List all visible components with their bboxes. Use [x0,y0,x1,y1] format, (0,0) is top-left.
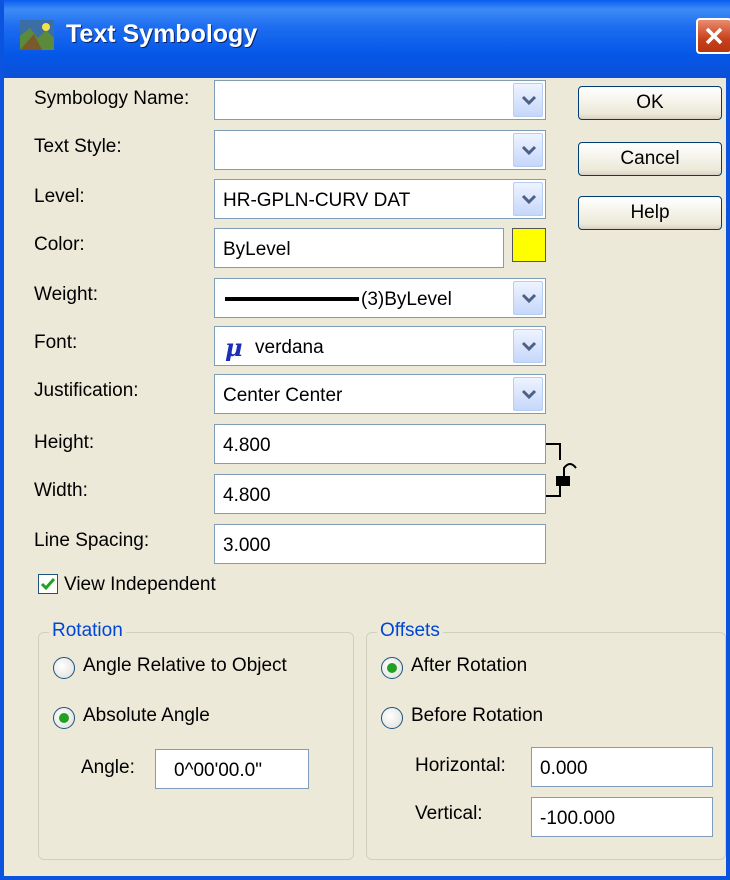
angle-relative-label: Angle Relative to Object [83,655,287,676]
ok-button[interactable]: OK [578,86,722,120]
justification-dropdown[interactable]: Center Center [214,374,546,414]
close-icon [705,27,723,45]
after-rotation-label: After Rotation [411,655,528,676]
chevron-down-icon [521,95,537,106]
level-label: Level: [34,186,85,207]
height-label: Height: [34,432,95,453]
color-swatch[interactable] [512,228,546,262]
symbology-name-label: Symbology Name: [34,88,190,109]
view-independent-label: View Independent [64,574,216,595]
help-button[interactable]: Help [578,196,722,230]
justification-label: Justification: [34,380,139,401]
close-button[interactable] [696,18,730,54]
offsets-group-title: Offsets [377,620,443,642]
width-input[interactable]: 4.800 [214,474,546,514]
justification-dropdown-button[interactable] [513,377,543,411]
chevron-down-icon [521,293,537,304]
weight-dropdown-button[interactable] [513,281,543,315]
symbology-name-dropdown[interactable] [214,80,546,120]
before-rotation-radio[interactable] [381,707,403,729]
width-value: 4.800 [223,485,271,506]
chevron-down-icon [521,145,537,156]
before-rotation-label: Before Rotation [411,705,544,726]
font-dropdown-button[interactable] [513,329,543,363]
font-type-icon: μ [225,333,243,362]
text-style-dropdown-button[interactable] [513,133,543,167]
symbology-name-dropdown-button[interactable] [513,83,543,117]
height-value: 4.800 [223,435,271,456]
horizontal-label: Horizontal: [415,755,506,776]
angle-label: Angle: [81,757,135,778]
weight-value: (3)ByLevel [361,289,452,310]
font-label: Font: [34,332,78,353]
line-spacing-label: Line Spacing: [34,530,150,551]
angle-input[interactable]: 0^00'00.0" [155,749,309,789]
level-value: HR-GPLN-CURV DAT [223,190,411,211]
horizontal-value: 0.000 [540,758,588,779]
color-label: Color: [34,234,85,255]
chevron-down-icon [521,341,537,352]
chevron-down-icon [521,194,537,205]
width-label: Width: [34,480,88,501]
vertical-input[interactable]: -100.000 [531,797,713,837]
angle-relative-radio[interactable] [53,657,75,679]
radio-selected-dot [59,713,69,723]
chevron-down-icon [521,389,537,400]
vertical-value: -100.000 [540,808,616,829]
absolute-angle-label: Absolute Angle [83,705,210,726]
font-dropdown[interactable]: μ verdana [214,326,546,366]
justification-value: Center Center [223,385,343,406]
rotation-group-title: Rotation [49,620,126,642]
radio-selected-dot [387,663,397,673]
cancel-button[interactable]: Cancel [578,142,722,176]
app-icon [20,20,54,50]
line-weight-sample [225,297,359,301]
color-value: ByLevel [223,239,291,260]
vertical-label: Vertical: [415,803,483,824]
font-value: verdana [255,337,324,358]
height-input[interactable]: 4.800 [214,424,546,464]
window-title: Text Symbology [66,20,258,48]
view-independent-checkbox[interactable] [38,574,58,594]
absolute-angle-radio[interactable] [53,707,75,729]
check-icon [40,578,56,591]
text-style-dropdown[interactable] [214,130,546,170]
after-rotation-radio[interactable] [381,657,403,679]
weight-dropdown[interactable]: (3)ByLevel [214,278,546,318]
line-spacing-input[interactable]: 3.000 [214,524,546,564]
weight-label: Weight: [34,284,99,305]
angle-value: 0^00'00.0" [174,760,262,781]
title-bar: Text Symbology [4,0,730,78]
text-symbology-dialog: Text Symbology Symbology Name: Text Styl… [0,0,730,880]
offsets-group: Offsets After Rotation Before Rotation H… [366,620,726,860]
color-field[interactable]: ByLevel [214,228,504,268]
horizontal-input[interactable]: 0.000 [531,747,713,787]
text-style-label: Text Style: [34,136,122,157]
level-dropdown-button[interactable] [513,182,543,216]
level-dropdown[interactable]: HR-GPLN-CURV DAT [214,179,546,219]
line-spacing-value: 3.000 [223,535,271,556]
rotation-group: Rotation Angle Relative to Object Absolu… [38,620,354,860]
lock-icon[interactable] [546,440,594,512]
